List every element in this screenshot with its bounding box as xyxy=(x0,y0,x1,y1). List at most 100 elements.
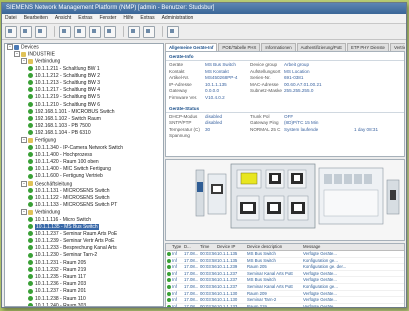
tree-node[interactable]: 10.1.1.213 - Schaltlung BW 3 xyxy=(5,80,163,87)
tree-node[interactable]: 10.1.1.400 - MIC Switch Fertigung xyxy=(5,166,163,173)
tree-node[interactable]: 10.1.1.210 - Schaltlung BW 6 xyxy=(5,102,163,109)
property-label: Subnetz-Maske xyxy=(250,88,282,94)
property-label: SNTP/PTP xyxy=(169,120,192,126)
tree-node[interactable]: 10.1.1.238 - Raum 110 xyxy=(5,296,163,303)
tree-node[interactable]: 10.1.1.131 - MICROSENS Switch xyxy=(5,188,163,195)
tree-node[interactable]: − INDUSTRIE xyxy=(5,51,163,58)
table-row[interactable]: Inf 17.08... 00:03:56 10.1.1.135 MS Bus Swit… xyxy=(166,251,404,258)
column-header[interactable]: D... xyxy=(184,244,200,250)
cut-icon[interactable] xyxy=(59,25,71,38)
device-status-icon xyxy=(28,223,33,229)
tree-node[interactable]: 10.1.1.236 - Raum 203 xyxy=(5,281,163,288)
tree-node[interactable]: 10.1.1.217 - Schaltlung BW 4 xyxy=(5,87,163,94)
tree-node[interactable]: 10.1.1.237 - Raum 201 xyxy=(5,288,163,295)
tab[interactable]: Vertrieb xyxy=(389,43,405,51)
tree-node[interactable]: 10.1.1.219 - Schaltlung BW 5 xyxy=(5,94,163,101)
menu-item[interactable]: Ansicht xyxy=(55,15,71,21)
column-header[interactable]: Device description xyxy=(247,244,303,250)
menu-item[interactable]: Bearbeiten xyxy=(24,15,48,21)
device-tree[interactable]: − Devices − INDUSTRIE − Verbindung 10.1.1.211 … xyxy=(4,43,164,307)
tree-node[interactable]: 192.168.1.103 - PB 7500 xyxy=(5,123,163,130)
tree-node[interactable]: − Fertigung xyxy=(5,137,163,144)
menu-item[interactable]: Extras xyxy=(78,15,92,21)
tree-node-label: 10.1.1.600 - Fertigung Vertrieb xyxy=(35,173,103,180)
tree-node[interactable]: − Devices xyxy=(5,44,163,51)
tab[interactable]: POE/Tabelle PHX xyxy=(218,43,261,51)
property-value: System laufende xyxy=(284,126,319,132)
table-row[interactable]: Inf 17.08... 00:03:56 10.1.1.237 MS Bus Swit… xyxy=(166,277,404,284)
tree-node[interactable]: 10.1.1.135 - MS Bus Switch xyxy=(5,223,163,231)
tree-node[interactable]: 10.1.1.116 - Micro Switch xyxy=(5,217,163,224)
tree-node[interactable]: 10.1.1.230 - Seminar Tarn-2 xyxy=(5,252,163,259)
detail-tabs: Allgemeine Geräte-Inf POE/Tabelle PHX Info… xyxy=(165,43,405,51)
column-header[interactable]: Type xyxy=(172,244,184,250)
tab[interactable]: Informationen xyxy=(261,43,296,51)
tree-node[interactable]: 10.1.1.122 - MICROSENS Switch xyxy=(5,195,163,202)
chart-icon[interactable] xyxy=(128,25,140,38)
column-header[interactable]: Device IP xyxy=(217,244,247,250)
copy-icon[interactable] xyxy=(74,25,86,38)
table-row[interactable]: Inf 17.08... 00:03:56 10.1.1.130 Raum 209 Ver… xyxy=(166,291,404,298)
tree-node[interactable]: 10.1.1.211 - Schaltlung BW 1 xyxy=(5,66,163,73)
table-row[interactable]: Inf 17.08... 00:03:56 10.1.1.133 Raum 219 Ver… xyxy=(166,304,404,307)
tree-node-label: 10.1.1.122 - MICROSENS Switch xyxy=(35,194,110,201)
paste-icon[interactable] xyxy=(89,25,101,38)
device-status-icon xyxy=(28,266,33,272)
grid-icon[interactable] xyxy=(104,25,116,38)
table-row[interactable]: Inf 17.08... 00:03:56 10.1.1.239 Raum 205 Kon… xyxy=(166,264,404,271)
expand-toggle-icon[interactable]: − xyxy=(21,58,27,65)
table-row[interactable]: Inf 17.08... 00:03:56 10.1.1.130 Seminar Tar… xyxy=(166,297,404,304)
tree-node[interactable]: 10.1.1.231 - Raum 205 xyxy=(5,260,163,267)
tree-node[interactable]: 10.1.1.235 - Raum 117 xyxy=(5,274,163,281)
table-row[interactable]: Inf 17.08... 00:03:58 10.1.1.135 MS Bus Swit… xyxy=(166,258,404,265)
tree-node[interactable]: − Verbindung xyxy=(5,209,163,216)
expand-toggle-icon[interactable]: − xyxy=(14,51,20,58)
network-icon[interactable] xyxy=(35,25,47,38)
help-icon[interactable] xyxy=(167,25,179,38)
property-row: SNTP/PTP disabled Gateway Ping (8D)P/TC 15 … xyxy=(166,120,404,127)
device-status-icon xyxy=(28,288,33,294)
tree-node[interactable]: 192.168.1.104 - PB 6310 xyxy=(5,130,163,137)
menu-item[interactable]: Administration xyxy=(162,15,194,21)
tree-node[interactable]: 192.168.1.101 - MICROBUS Switch xyxy=(5,109,163,116)
tree-node-label: 192.168.1.101 - MICROBUS Switch xyxy=(35,108,115,115)
tab[interactable]: ETP PHY Dienste xyxy=(346,43,389,51)
expand-toggle-icon[interactable]: − xyxy=(21,180,27,187)
tab[interactable]: Allgemeine Geräte-Inf xyxy=(165,43,218,51)
tree-node[interactable]: 10.1.1.212 - Schaltlung BW 2 xyxy=(5,73,163,80)
tree-node[interactable]: 10.1.1.420 - Raum 100 oben xyxy=(5,159,163,166)
table-row[interactable]: Inf 17.08... 00:03:56 10.1.1.237 Seminar Kan… xyxy=(166,284,404,291)
expand-toggle-icon[interactable]: − xyxy=(21,137,27,144)
tree-node[interactable]: 192.168.1.102 - Switch Raum xyxy=(5,116,163,123)
tree-node[interactable]: − Geschäftsleitung xyxy=(5,180,163,188)
tree-node[interactable]: 10.1.1.133 - MICROSENS Switch PT xyxy=(5,202,163,209)
tree-node[interactable]: 10.1.1.237 - Seminar Raum Arts PoE xyxy=(5,231,163,238)
tree-node[interactable]: − Verbindung xyxy=(5,58,163,65)
tree-node[interactable]: 10.1.1.239 - Seminar Vertr Arts PoE xyxy=(5,238,163,245)
refresh-icon[interactable] xyxy=(5,25,17,38)
menu-item[interactable]: Fenster xyxy=(99,15,116,21)
column-header[interactable]: Message xyxy=(303,244,361,250)
table-cell: 00:03:56 xyxy=(200,290,217,296)
menu-item[interactable]: Datei xyxy=(5,15,17,21)
device-status-icon xyxy=(28,202,33,208)
tree-node[interactable]: 10.1.1.400 - Hochprozess xyxy=(5,152,163,159)
tab[interactable]: Authentifizierung/PoE xyxy=(296,43,346,51)
property-row: Artikel-Nr. MS450268PP-4 Serien-Nr. 691-038… xyxy=(166,75,404,82)
tree-node[interactable]: 10.1.1.233 - Besprechung Kanal Arts xyxy=(5,245,163,252)
status-icon xyxy=(167,271,171,276)
table-row[interactable]: Inf 17.08... 00:03:56 10.1.1.237 Seminar Kan… xyxy=(166,271,404,278)
menu-item[interactable]: Extras xyxy=(140,15,154,21)
device-status-icon xyxy=(28,80,33,86)
expand-toggle-icon[interactable]: − xyxy=(7,44,13,50)
tree-node[interactable]: 10.1.1.600 - Fertigung Vertrieb xyxy=(5,173,163,180)
expand-toggle-icon[interactable]: − xyxy=(21,209,27,216)
list-icon[interactable] xyxy=(143,25,155,38)
menu-item[interactable]: Hilfe xyxy=(123,15,133,21)
print-icon[interactable] xyxy=(20,25,32,38)
property-label: Trunk Pol xyxy=(250,113,270,119)
column-header[interactable]: Time xyxy=(200,244,217,250)
tree-node[interactable]: 10.1.1.232 - Raum 219 xyxy=(5,267,163,274)
tree-node[interactable]: 10.1.1.340 - IP-Camera Network Switch xyxy=(5,145,163,152)
tree-node[interactable]: 10.1.1.240 - Raum 303 xyxy=(5,303,163,306)
